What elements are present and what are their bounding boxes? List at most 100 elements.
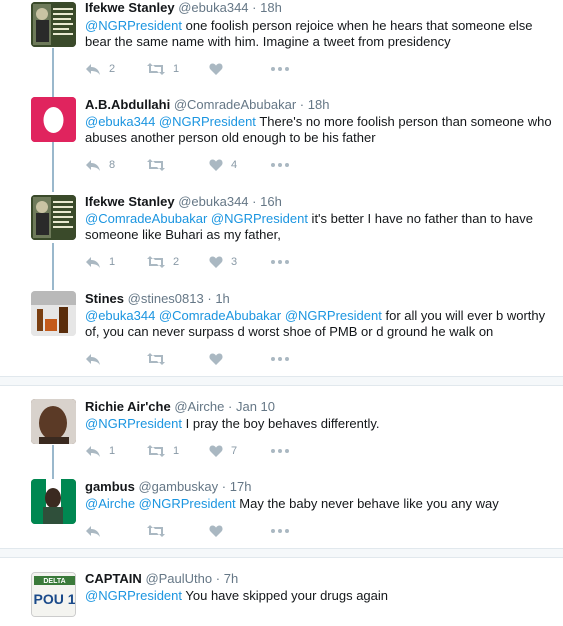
reply-button[interactable]	[85, 353, 147, 365]
timestamp[interactable]: 7h	[224, 571, 238, 586]
like-count: 7	[231, 445, 238, 457]
reply-icon	[86, 526, 100, 537]
display-name[interactable]: A.B.Abdullahi	[85, 97, 170, 112]
username[interactable]: @stines0813	[128, 291, 204, 306]
mention-link[interactable]: @ebuka344 @ComradeAbubakar @NGRPresident	[85, 308, 382, 323]
like-button[interactable]: 7	[209, 445, 271, 457]
retweet-icon	[147, 353, 165, 365]
tweet-header: Stines @stines0813 · 1h	[85, 291, 230, 307]
mention-link[interactable]: @ebuka344 @NGRPresident	[85, 114, 256, 129]
display-name[interactable]: Ifekwe Stanley	[85, 194, 175, 209]
reply-button[interactable]: 8	[85, 159, 147, 171]
like-button[interactable]	[209, 63, 271, 75]
mention-link[interactable]: @ComradeAbubakar @NGRPresident	[85, 211, 308, 226]
mention-link[interactable]: @NGRPresident	[85, 588, 182, 603]
retweet-icon	[147, 256, 165, 268]
username[interactable]: @Airche	[174, 399, 224, 414]
username[interactable]: @ebuka344	[178, 194, 248, 209]
avatar[interactable]	[31, 97, 76, 142]
reply-count: 1	[109, 256, 116, 268]
avatar[interactable]	[31, 2, 76, 47]
retweet-button[interactable]	[147, 159, 209, 171]
retweet-button[interactable]	[147, 525, 209, 537]
separator-dot: ·	[221, 479, 227, 494]
like-button[interactable]: 4	[209, 159, 271, 171]
like-button[interactable]	[209, 525, 271, 537]
more-icon	[271, 67, 289, 71]
tweet-actions: 1 1 7	[85, 443, 311, 459]
tweet-text: @ebuka344 @NGRPresident There's no more …	[85, 114, 555, 146]
heart-icon	[209, 256, 223, 268]
timestamp[interactable]: 18h	[308, 97, 330, 112]
retweet-icon	[147, 445, 165, 457]
timestamp[interactable]: 16h	[260, 194, 282, 209]
more-button[interactable]	[271, 449, 311, 453]
tweet-body: I pray the boy behaves differently.	[182, 416, 380, 431]
username[interactable]: @gambuskay	[138, 479, 218, 494]
mention-link[interactable]: @NGRPresident	[85, 18, 182, 33]
avatar[interactable]	[31, 479, 76, 524]
reply-icon	[86, 257, 100, 268]
tweet-body: May the baby never behave like you any w…	[235, 496, 499, 511]
tweet-text: @NGRPresident You have skipped your drug…	[85, 588, 555, 604]
avatar[interactable]: DELTA POU 1	[31, 572, 76, 617]
conversation-feed: Ifekwe Stanley @ebuka344 · 18h @NGRPresi…	[0, 0, 563, 626]
timestamp[interactable]: 18h	[260, 0, 282, 15]
avatar[interactable]	[31, 195, 76, 240]
timestamp[interactable]: Jan 10	[236, 399, 275, 414]
retweet-button[interactable]: 2	[147, 256, 209, 268]
like-count: 4	[231, 159, 238, 171]
tweet-body: You have skipped your drugs again	[182, 588, 389, 603]
tweet-header: gambus @gambuskay · 17h	[85, 479, 251, 495]
separator-dot: ·	[207, 291, 212, 306]
separator-dot: ·	[252, 194, 257, 209]
retweet-count: 2	[173, 256, 180, 268]
retweet-button[interactable]: 1	[147, 63, 209, 75]
reply-icon	[86, 160, 100, 171]
retweet-icon	[147, 63, 165, 75]
reply-icon	[86, 446, 100, 457]
retweet-count: 1	[173, 445, 180, 457]
mention-link[interactable]: @NGRPresident	[85, 416, 182, 431]
retweet-button[interactable]	[147, 353, 209, 365]
display-name[interactable]: gambus	[85, 479, 135, 494]
tweet-header: Ifekwe Stanley @ebuka344 · 16h	[85, 194, 282, 210]
like-count: 3	[231, 256, 238, 268]
timestamp[interactable]: 17h	[230, 479, 252, 494]
display-name[interactable]: Richie Air'che	[85, 399, 171, 414]
display-name[interactable]: Ifekwe Stanley	[85, 0, 175, 15]
separator-dot: ·	[228, 399, 233, 414]
separator-dot: ·	[252, 0, 257, 15]
more-button[interactable]	[271, 357, 311, 361]
timestamp[interactable]: 1h	[215, 291, 229, 306]
username[interactable]: @ComradeAbubakar	[174, 97, 296, 112]
heart-icon	[209, 353, 223, 365]
avatar[interactable]	[31, 399, 76, 444]
separator-dot: ·	[299, 97, 305, 112]
more-button[interactable]	[271, 163, 311, 167]
username[interactable]: @ebuka344	[178, 0, 248, 15]
tweet-actions: 8 4	[85, 157, 311, 173]
more-button[interactable]	[271, 67, 311, 71]
more-icon	[271, 260, 289, 264]
more-button[interactable]	[271, 260, 311, 264]
avatar[interactable]	[31, 291, 76, 336]
reply-button[interactable]: 1	[85, 445, 147, 457]
mention-link[interactable]: @Airche @NGRPresident	[85, 496, 236, 511]
reply-button[interactable]: 1	[85, 256, 147, 268]
more-icon	[271, 357, 289, 361]
display-name[interactable]: CAPTAIN	[85, 571, 142, 586]
retweet-button[interactable]: 1	[147, 445, 209, 457]
username[interactable]: @PaulUtho	[145, 571, 212, 586]
reply-button[interactable]: 2	[85, 63, 147, 75]
tweet-text: @NGRPresident I pray the boy behaves dif…	[85, 416, 555, 432]
retweet-count: 1	[173, 63, 180, 75]
tweet-actions	[85, 523, 311, 539]
like-button[interactable]	[209, 353, 271, 365]
more-button[interactable]	[271, 529, 311, 533]
plate-state-text: DELTA	[43, 578, 65, 585]
reply-button[interactable]	[85, 525, 147, 537]
display-name[interactable]: Stines	[85, 291, 124, 306]
like-button[interactable]: 3	[209, 256, 271, 268]
more-icon	[271, 529, 289, 533]
